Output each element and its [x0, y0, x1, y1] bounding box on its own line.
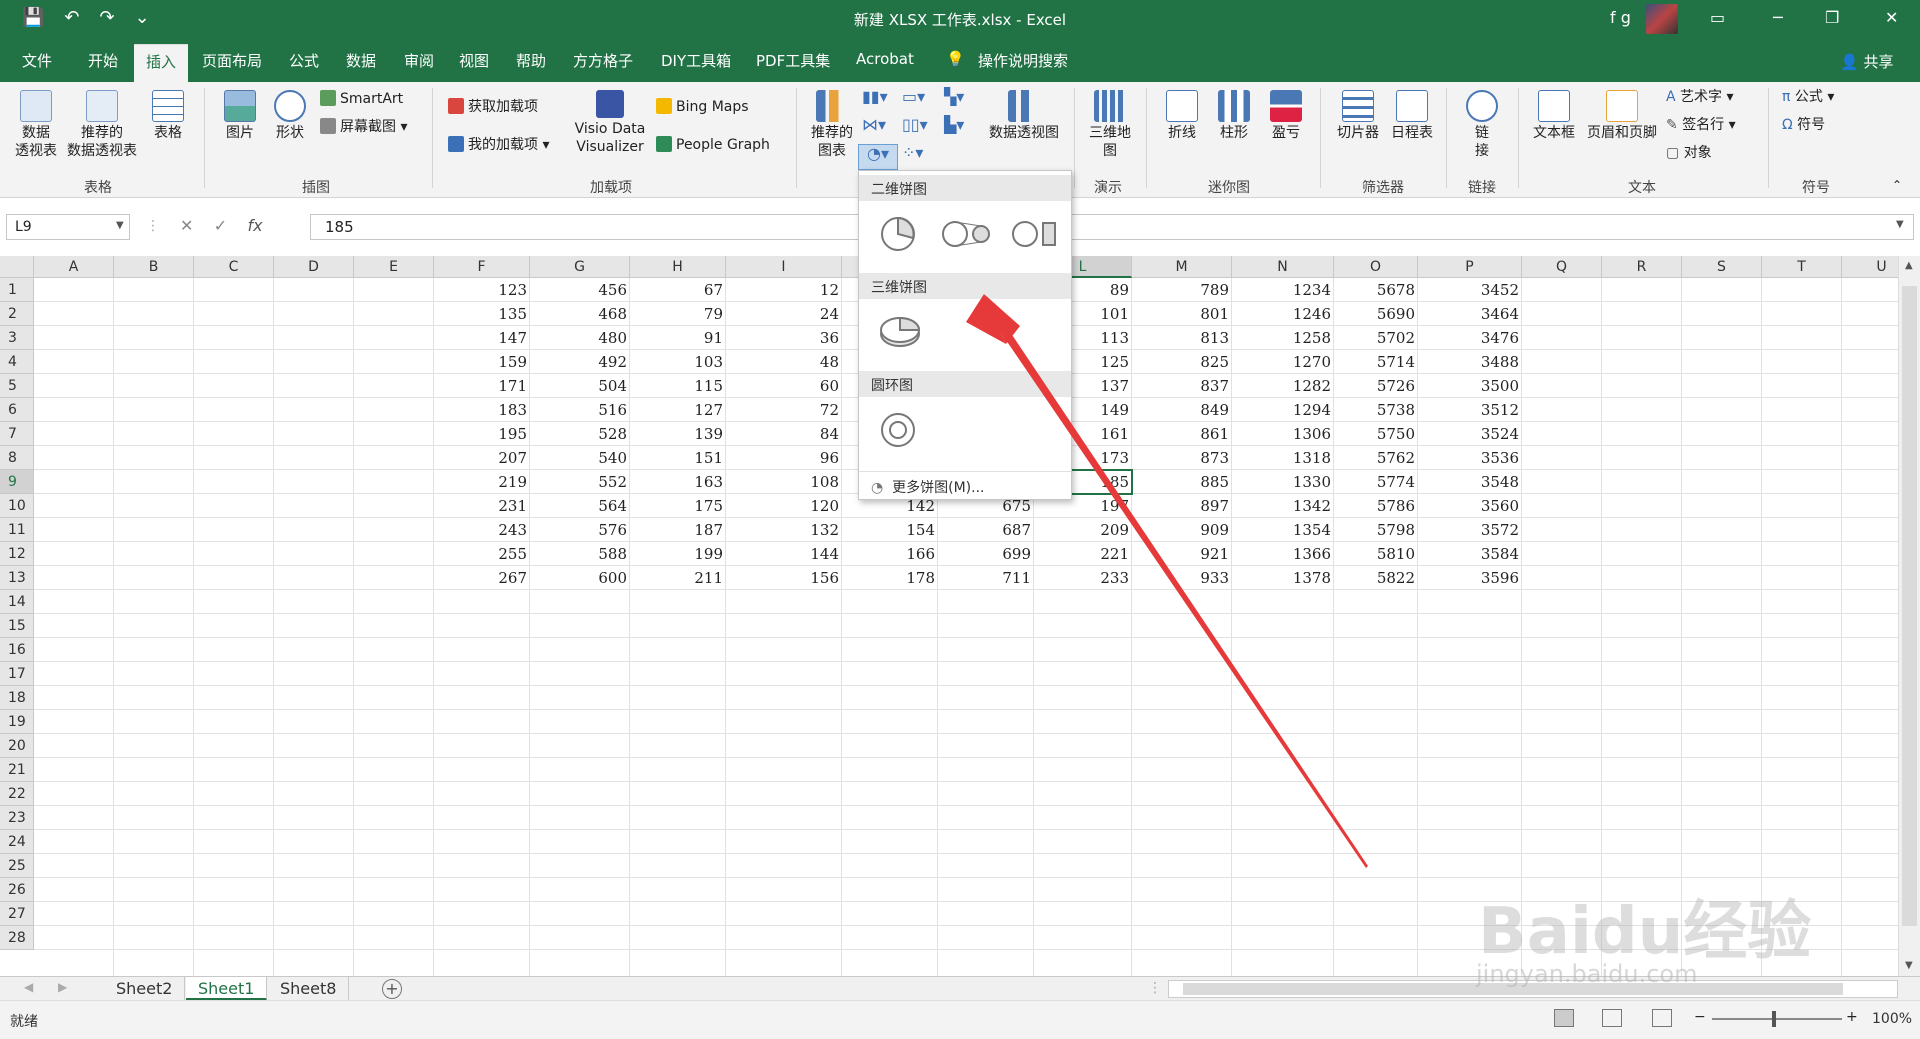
page-break-view-icon[interactable] — [1652, 1009, 1672, 1027]
sheet-tab-sheet1[interactable]: Sheet1 — [186, 977, 268, 1001]
baidu-watermark-logo: Baidu经验 — [1478, 895, 1812, 969]
prev-sheet-icon[interactable]: ◀ — [24, 980, 33, 994]
baidu-watermark-url: jingyan.baidu.com — [1476, 960, 1698, 988]
add-sheet-button[interactable]: + — [382, 979, 402, 999]
vertical-scrollbar[interactable]: ▲ ▼ — [1898, 256, 1920, 976]
tab-split-handle[interactable]: ⋮ — [1148, 980, 1162, 996]
status-bar: 就绪 − + 100% — [0, 1000, 1920, 1039]
sheet-tab-sheet8[interactable]: Sheet8 — [268, 977, 350, 1001]
status-ready: 就绪 — [10, 1014, 38, 1030]
scroll-down-icon[interactable]: ▼ — [1905, 960, 1913, 971]
zoom-slider-thumb[interactable] — [1772, 1011, 1776, 1027]
zoom-in-icon[interactable]: + — [1846, 1009, 1858, 1025]
scroll-up-icon[interactable]: ▲ — [1905, 260, 1913, 271]
page-layout-view-icon[interactable] — [1602, 1009, 1622, 1027]
next-sheet-icon[interactable]: ▶ — [58, 980, 67, 994]
zoom-out-icon[interactable]: − — [1694, 1009, 1706, 1025]
zoom-percent[interactable]: 100% — [1872, 1011, 1912, 1027]
sheet-tab-sheet2[interactable]: Sheet2 — [104, 977, 186, 1001]
normal-view-icon[interactable] — [1554, 1009, 1574, 1027]
vertical-scroll-thumb[interactable] — [1902, 286, 1917, 926]
zoom-slider[interactable] — [1712, 1018, 1842, 1020]
